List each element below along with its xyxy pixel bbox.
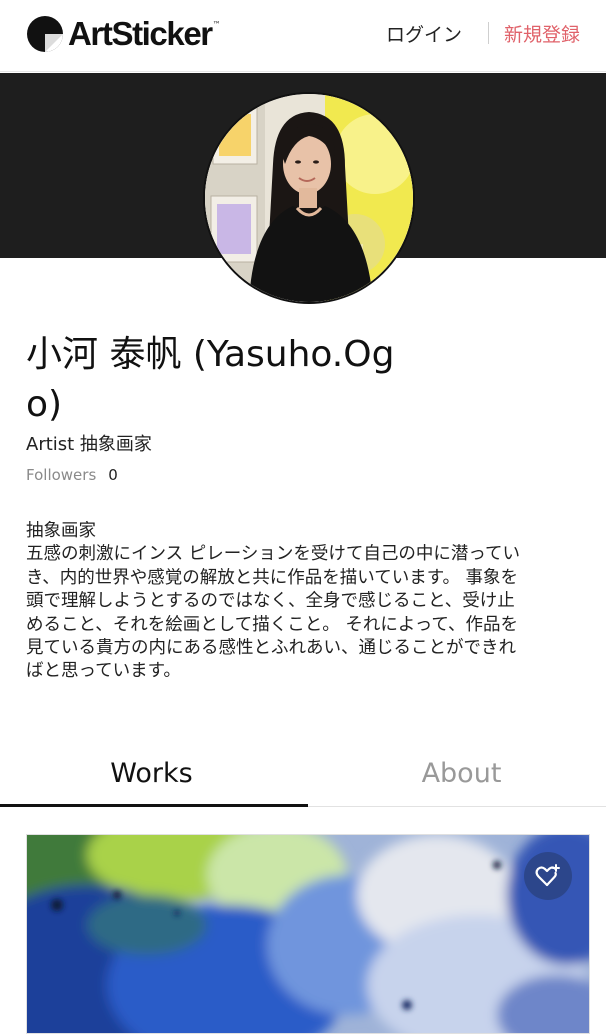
tab-works[interactable]: Works bbox=[0, 748, 303, 804]
artist-role: Artist 抽象画家 bbox=[26, 434, 152, 455]
logo-trademark: ™ bbox=[212, 20, 221, 29]
top-header: ArtSticker ™ ログイン 新規登録 bbox=[0, 0, 606, 72]
header-divider bbox=[488, 22, 489, 44]
followers-row[interactable]: Followers 0 bbox=[26, 466, 118, 484]
artsticker-logo[interactable]: ArtSticker ™ bbox=[26, 14, 221, 54]
profile-tabs: Works About bbox=[0, 748, 606, 808]
favorite-button[interactable] bbox=[524, 852, 572, 900]
login-link[interactable]: ログイン bbox=[386, 20, 462, 47]
tab-divider bbox=[308, 806, 606, 807]
register-link[interactable]: 新規登録 bbox=[504, 20, 580, 47]
artist-bio: 抽象画家 五感の刺激にインス ピレーションを受けて自己の中に潜ってい き、内的世… bbox=[26, 521, 520, 682]
logo-text: ArtSticker bbox=[68, 15, 213, 52]
heart-plus-icon bbox=[535, 864, 560, 887]
artist-name: 小河 泰帆 (Yasuho.Ogo) bbox=[26, 334, 395, 425]
artwork-image bbox=[27, 835, 589, 1033]
followers-label: Followers bbox=[26, 466, 97, 484]
followers-count: 0 bbox=[108, 466, 118, 484]
artwork-card[interactable] bbox=[26, 834, 590, 1034]
active-tab-indicator bbox=[0, 804, 308, 807]
artsticker-logo-icon bbox=[27, 16, 63, 52]
tab-about[interactable]: About bbox=[310, 748, 606, 804]
avatar-portrait-image bbox=[205, 94, 413, 302]
profile-avatar bbox=[203, 92, 415, 304]
